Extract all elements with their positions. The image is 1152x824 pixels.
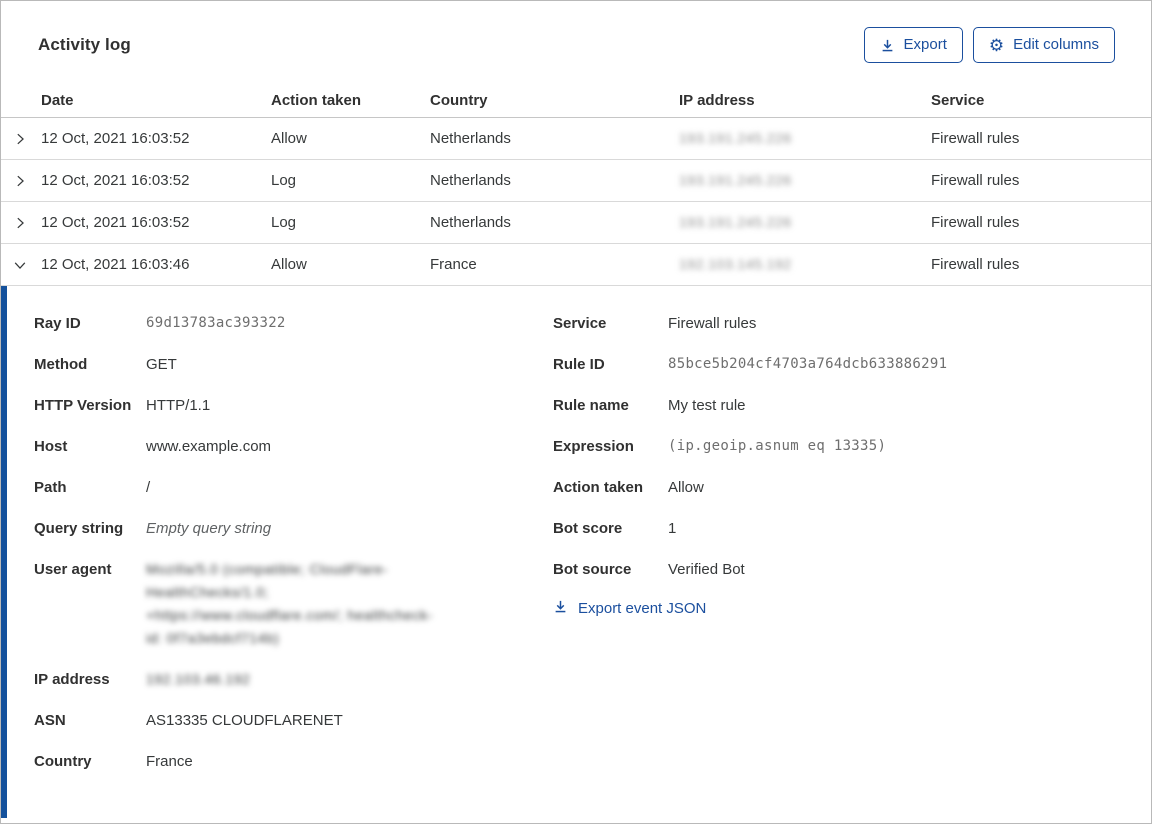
- cell-service: Firewall rules: [931, 256, 1020, 273]
- export-button-label: Export: [903, 36, 947, 53]
- cell-country: Netherlands: [430, 172, 511, 189]
- cell-date: 12 Oct, 2021 16:03:52: [41, 130, 190, 147]
- detail-left-column: Ray ID 69d13783ac393322 Method GET HTTP …: [34, 312, 553, 808]
- cell-action-taken: Log: [271, 214, 297, 231]
- page-title: Activity log: [38, 35, 131, 54]
- cell-service: Firewall rules: [931, 130, 1020, 147]
- detail-field-ray-id: Ray ID 69d13783ac393322: [34, 312, 553, 335]
- detail-field-asn: ASN AS13335 CLOUDFLARENET: [34, 709, 553, 732]
- cell-date: 12 Oct, 2021 16:03:52: [41, 214, 190, 231]
- chevron-down-icon[interactable]: [1, 244, 39, 285]
- edit-columns-button[interactable]: ⚙ Edit columns: [972, 27, 1115, 63]
- activity-log-panel: Activity log Export ⚙ Edit columns Date …: [0, 0, 1152, 824]
- detail-field-http-version: HTTP Version HTTP/1.1: [34, 394, 553, 417]
- host-value: www.example.com: [146, 438, 272, 455]
- detail-field-method: Method GET: [34, 353, 553, 376]
- detail-field-path: Path /: [34, 476, 553, 499]
- column-header-ip-address: IP address: [679, 91, 755, 109]
- cell-date: 12 Oct, 2021 16:03:52: [41, 172, 190, 189]
- download-icon: [553, 599, 568, 618]
- detail-field-action-taken: Action taken Allow: [553, 476, 1121, 499]
- detail-field-expression: Expression (ip.geoip.asnum eq 13335): [553, 435, 1121, 458]
- method-value: GET: [146, 356, 177, 373]
- action-taken-value: Allow: [668, 479, 704, 496]
- gear-icon: ⚙: [988, 35, 1005, 55]
- http-version-value: HTTP/1.1: [146, 397, 211, 414]
- table-row-expanded[interactable]: 12 Oct, 2021 16:03:46 Allow France 192.1…: [1, 244, 1151, 286]
- cell-country: Netherlands: [430, 214, 511, 231]
- cell-service: Firewall rules: [931, 214, 1020, 231]
- rule-name-value: My test rule: [668, 397, 746, 414]
- path-value: /: [146, 479, 151, 496]
- chevron-right-icon[interactable]: [1, 118, 39, 159]
- detail-field-country: Country France: [34, 750, 553, 773]
- table-row[interactable]: 12 Oct, 2021 16:03:52 Log Netherlands 19…: [1, 202, 1151, 244]
- edit-columns-button-label: Edit columns: [1013, 36, 1099, 53]
- cell-action-taken: Allow: [271, 130, 307, 147]
- cell-ip-address-redacted: 193.191.245.226: [679, 130, 792, 146]
- bot-score-value: 1: [668, 520, 677, 537]
- event-detail-panel: Ray ID 69d13783ac393322 Method GET HTTP …: [1, 286, 1151, 818]
- ip-address-value-redacted: 192.103.46.192: [146, 671, 251, 687]
- cell-ip-address-redacted: 193.191.245.226: [679, 214, 792, 230]
- export-event-json-link[interactable]: Export event JSON: [553, 599, 1121, 618]
- cell-action-taken: Allow: [271, 256, 307, 273]
- user-agent-value-redacted: Mozilla/5.0 (compatible; CloudFlare-Heal…: [146, 561, 433, 646]
- cell-ip-address-redacted: 193.191.245.226: [679, 172, 792, 188]
- cell-ip-address-redacted: 192.103.145.192: [679, 256, 792, 272]
- detail-field-host: Host www.example.com: [34, 435, 553, 458]
- chevron-right-icon[interactable]: [1, 202, 39, 243]
- table-header-row: Date Action taken Country IP address Ser…: [1, 83, 1151, 118]
- detail-right-column: Service Firewall rules Rule ID 85bce5b20…: [553, 312, 1121, 808]
- detail-field-ip-address: IP address 192.103.46.192: [34, 668, 553, 691]
- table-row[interactable]: 12 Oct, 2021 16:03:52 Log Netherlands 19…: [1, 160, 1151, 202]
- column-header-date: Date: [41, 91, 74, 109]
- toolbar: Export ⚙ Edit columns: [863, 27, 1115, 63]
- detail-field-user-agent: User agent Mozilla/5.0 (compatible; Clou…: [34, 558, 553, 650]
- cell-date: 12 Oct, 2021 16:03:46: [41, 256, 190, 273]
- detail-field-query-string: Query string Empty query string: [34, 517, 553, 540]
- cell-country: Netherlands: [430, 130, 511, 147]
- bot-source-value: Verified Bot: [668, 561, 745, 578]
- rule-id-value: 85bce5b204cf4703a764dcb633886291: [668, 356, 948, 372]
- column-header-country: Country: [430, 91, 488, 109]
- detail-field-bot-score: Bot score 1: [553, 517, 1121, 540]
- export-button[interactable]: Export: [863, 27, 963, 63]
- detail-field-service: Service Firewall rules: [553, 312, 1121, 335]
- export-event-json-label: Export event JSON: [578, 600, 707, 617]
- asn-value: AS13335 CLOUDFLARENET: [146, 712, 343, 729]
- query-string-value: Empty query string: [146, 520, 272, 537]
- column-header-action-taken: Action taken: [271, 91, 362, 109]
- cell-country: France: [430, 256, 477, 273]
- detail-field-bot-source: Bot source Verified Bot: [553, 558, 1121, 581]
- chevron-right-icon[interactable]: [1, 160, 39, 201]
- cell-service: Firewall rules: [931, 172, 1020, 189]
- country-value: France: [146, 753, 193, 770]
- detail-field-rule-id: Rule ID 85bce5b204cf4703a764dcb633886291: [553, 353, 1121, 376]
- expression-value: (ip.geoip.asnum eq 13335): [668, 438, 887, 454]
- header: Activity log Export ⚙ Edit columns: [1, 1, 1151, 83]
- table-row[interactable]: 12 Oct, 2021 16:03:52 Allow Netherlands …: [1, 118, 1151, 160]
- service-value: Firewall rules: [668, 315, 757, 332]
- column-header-service: Service: [931, 91, 985, 109]
- ray-id-value: 69d13783ac393322: [146, 315, 286, 331]
- activity-log-table: Date Action taken Country IP address Ser…: [1, 83, 1151, 286]
- download-icon: [880, 38, 895, 53]
- detail-field-rule-name: Rule name My test rule: [553, 394, 1121, 417]
- cell-action-taken: Log: [271, 172, 297, 189]
